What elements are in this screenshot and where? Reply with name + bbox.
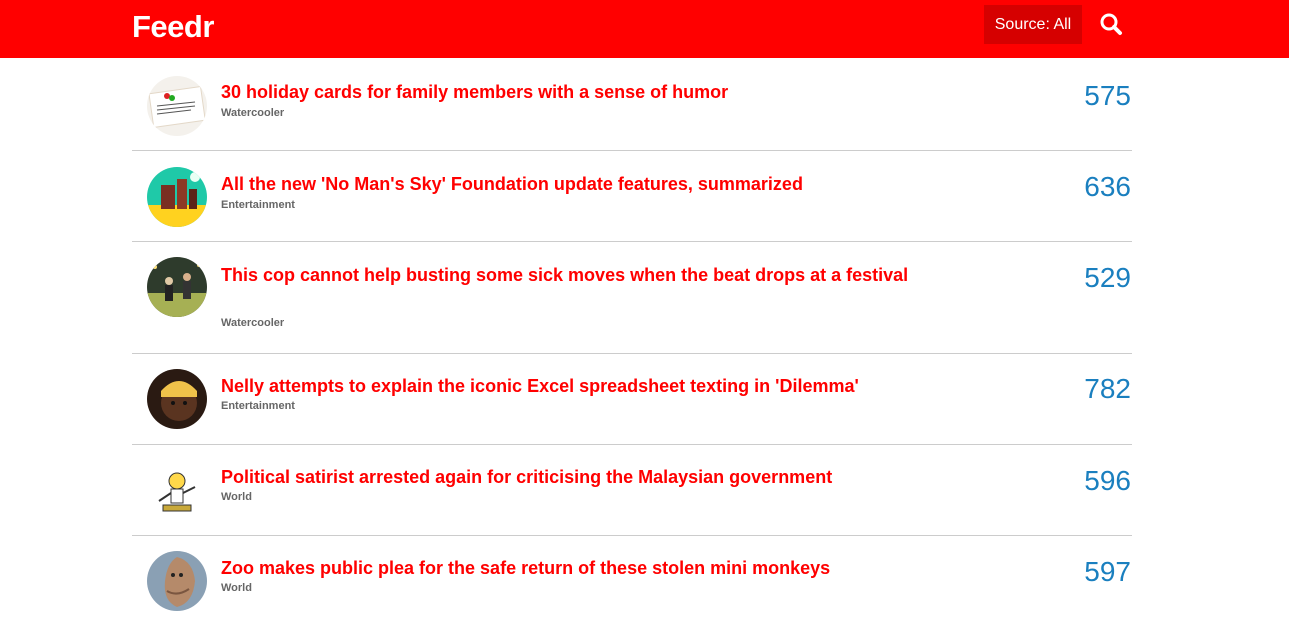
article-category: Entertainment <box>221 400 295 412</box>
top-bar: Feedr Source: All <box>0 0 1289 58</box>
article-row[interactable]: Political satirist arrested again for cr… <box>132 445 1132 536</box>
article-title[interactable]: Zoo makes public plea for the safe retur… <box>221 555 911 581</box>
article-list: 30 holiday cards for family members with… <box>132 59 1132 616</box>
article-row[interactable]: This cop cannot help busting some sick m… <box>132 242 1132 354</box>
article-category: World <box>221 491 252 503</box>
article-count: 575 <box>1084 80 1131 111</box>
article-count: 782 <box>1084 373 1131 404</box>
article-count: 597 <box>1084 556 1131 587</box>
article-title[interactable]: Nelly attempts to explain the iconic Exc… <box>221 373 911 399</box>
search-icon[interactable] <box>1097 10 1127 40</box>
portrait-thumbnail[interactable] <box>147 369 207 429</box>
article-title[interactable]: All the new 'No Man's Sky' Foundation up… <box>221 171 911 197</box>
article-count: 529 <box>1084 262 1131 293</box>
app-logo[interactable]: Feedr <box>132 8 214 46</box>
festival-thumbnail[interactable] <box>147 257 207 317</box>
article-title[interactable]: 30 holiday cards for family members with… <box>221 79 911 105</box>
article-title[interactable]: This cop cannot help busting some sick m… <box>221 262 911 288</box>
article-count: 636 <box>1084 171 1131 202</box>
article-title[interactable]: Political satirist arrested again for cr… <box>221 464 911 490</box>
article-row[interactable]: Zoo makes public plea for the safe retur… <box>132 536 1132 616</box>
article-category: Watercooler <box>221 317 285 329</box>
article-category: Watercooler <box>221 107 285 119</box>
article-row[interactable]: All the new 'No Man's Sky' Foundation up… <box>132 151 1132 242</box>
article-count: 596 <box>1084 465 1131 496</box>
cartoon-thumbnail[interactable] <box>147 461 207 521</box>
monkey-thumbnail[interactable] <box>147 551 207 611</box>
article-category: Entertainment <box>221 199 295 211</box>
game-scene-thumbnail[interactable] <box>147 167 207 227</box>
article-row[interactable]: 30 holiday cards for family members with… <box>132 59 1132 151</box>
source-filter-button[interactable]: Source: All <box>984 5 1082 44</box>
article-row[interactable]: Nelly attempts to explain the iconic Exc… <box>132 354 1132 445</box>
article-category: World <box>221 582 252 594</box>
holiday-card-thumbnail[interactable] <box>147 76 207 136</box>
